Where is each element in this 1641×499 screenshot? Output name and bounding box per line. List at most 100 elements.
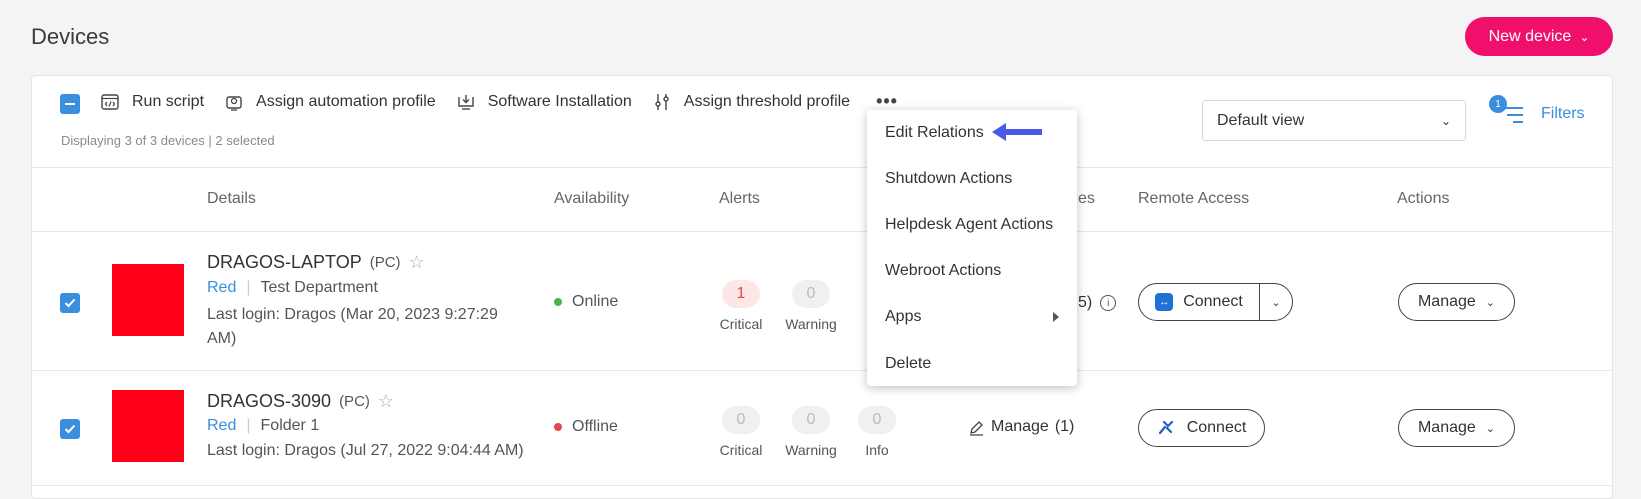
col-availability[interactable]: Availability xyxy=(554,190,629,208)
device-group[interactable]: Red xyxy=(207,279,236,297)
chevron-down-icon: ⌄ xyxy=(1485,296,1496,309)
col-actions: Actions xyxy=(1397,190,1450,207)
warning-count: 0 xyxy=(792,280,830,308)
connect-split-button: ↔ Connect ⌄ xyxy=(1138,283,1293,321)
filters-button[interactable]: 1 Filters xyxy=(1489,95,1585,125)
menu-item-apps[interactable]: Apps xyxy=(885,308,1065,326)
connect-button[interactable]: Connect xyxy=(1138,409,1265,447)
chevron-down-icon: ⌄ xyxy=(1579,29,1590,44)
device-thumbnail xyxy=(112,390,184,462)
view-select[interactable]: Default view ⌄ xyxy=(1202,100,1466,141)
sliders-icon xyxy=(655,93,669,110)
download-monitor-icon xyxy=(457,94,474,110)
star-icon[interactable]: ☆ xyxy=(409,252,425,273)
run-script-label: Run script xyxy=(132,92,205,110)
warning-label: Warning xyxy=(785,316,837,332)
device-name[interactable]: DRAGOS-3090 xyxy=(207,391,331,412)
chevron-down-icon: ⌄ xyxy=(1440,113,1451,128)
manage-button[interactable]: Manage ⌄ xyxy=(1398,283,1515,321)
teamviewer-icon: ↔ xyxy=(1155,293,1174,311)
connect-dropdown-arrow[interactable]: ⌄ xyxy=(1260,296,1292,309)
bulk-toolbar: Run script Assign automation profile Sof… xyxy=(32,76,1612,168)
info-label: Info xyxy=(865,442,889,458)
new-device-label: New device xyxy=(1488,27,1572,45)
menu-item-webroot-actions[interactable]: Webroot Actions xyxy=(885,262,1001,280)
displaying-count: Displaying 3 of 3 devices | 2 selected xyxy=(61,133,275,148)
info-icon[interactable]: i xyxy=(1100,295,1117,311)
menu-item-shutdown-actions[interactable]: Shutdown Actions xyxy=(885,170,1012,188)
device-folder: Folder 1 xyxy=(260,417,320,434)
alert-critical[interactable]: 0 Critical xyxy=(706,406,776,458)
device-last-login: Last login: Dragos (Mar 20, 2023 9:27:29… xyxy=(207,306,498,347)
device-group-line: Red | Folder 1 xyxy=(207,417,319,435)
device-group-line: Red | Test Department xyxy=(207,279,378,297)
table-header: Details Availability Alerts es Remote Ac… xyxy=(32,168,1612,232)
relations-manage-link[interactable]: Manage (1) xyxy=(968,418,1074,436)
device-type: (PC) xyxy=(369,254,401,271)
alert-info[interactable]: 0 Info xyxy=(842,406,912,458)
chevron-down-icon: ⌄ xyxy=(1485,422,1496,435)
select-all-checkbox[interactable] xyxy=(60,94,80,114)
page-title: Devices xyxy=(31,24,110,49)
star-icon[interactable]: ☆ xyxy=(378,391,394,412)
assign-automation-profile-button[interactable]: Assign automation profile xyxy=(224,92,436,112)
menu-item-helpdesk-agent-actions[interactable]: Helpdesk Agent Actions xyxy=(885,216,1053,234)
device-group[interactable]: Red xyxy=(207,417,236,435)
filter-count-badge: 1 xyxy=(1489,95,1507,113)
critical-label: Critical xyxy=(719,442,763,458)
connect-label: Connect xyxy=(1183,293,1243,310)
col-partial[interactable]: es xyxy=(1078,190,1095,208)
availability-status: Online xyxy=(554,293,618,311)
critical-count: 1 xyxy=(722,280,760,308)
filter-icon: 1 xyxy=(1489,95,1523,125)
menu-item-delete[interactable]: Delete xyxy=(885,355,931,373)
col-remote-access[interactable]: Remote Access xyxy=(1138,190,1249,208)
alert-critical[interactable]: 1 Critical xyxy=(706,280,776,332)
check-icon xyxy=(64,298,76,308)
connect-label: Connect xyxy=(1186,419,1247,436)
software-installation-label: Software Installation xyxy=(487,92,632,110)
more-actions-menu: Edit Relations Shutdown Actions Helpdesk… xyxy=(867,110,1077,386)
separator: | xyxy=(246,417,251,434)
alert-warning[interactable]: 0 Warning xyxy=(776,280,846,332)
status-dot xyxy=(554,298,562,306)
availability-label: Offline xyxy=(572,418,618,435)
script-icon xyxy=(101,93,119,110)
more-actions-button[interactable]: ••• xyxy=(876,91,898,112)
new-device-button[interactable]: New device ⌄ xyxy=(1465,17,1613,56)
separator: | xyxy=(246,279,251,296)
manage-link-label: Manage xyxy=(991,418,1049,435)
device-name[interactable]: DRAGOS-LAPTOP xyxy=(207,252,362,273)
info-count: 0 xyxy=(858,406,896,434)
table-row: DRAGOS-3090 (PC) ☆ Red | Folder 1 Last l… xyxy=(32,371,1612,486)
run-script-button[interactable]: Run script xyxy=(100,92,204,112)
device-type: (PC) xyxy=(339,393,370,410)
status-dot xyxy=(554,423,562,431)
software-installation-button[interactable]: Software Installation xyxy=(456,92,632,112)
menu-item-edit-relations[interactable]: Edit Relations xyxy=(885,124,984,142)
connect-button[interactable]: ↔ Connect xyxy=(1139,284,1260,320)
manage-button[interactable]: Manage ⌄ xyxy=(1398,409,1515,447)
availability-label: Online xyxy=(572,293,619,310)
automation-icon xyxy=(226,95,242,111)
view-select-value: Default view xyxy=(1217,111,1305,129)
filters-label: Filters xyxy=(1541,105,1585,122)
assign-threshold-profile-button[interactable]: Assign threshold profile xyxy=(652,92,850,112)
submenu-arrow-icon xyxy=(1053,312,1059,322)
partial-count: 5) i xyxy=(1078,294,1117,312)
warning-count: 0 xyxy=(792,406,830,434)
manage-label: Manage xyxy=(1417,419,1476,436)
pencil-icon xyxy=(970,420,983,436)
col-alerts[interactable]: Alerts xyxy=(719,190,760,208)
arrow-pointer-icon xyxy=(992,123,1042,141)
partial-count-text: 5) xyxy=(1078,294,1093,311)
availability-status: Offline xyxy=(554,418,618,436)
alert-warning[interactable]: 0 Warning xyxy=(776,406,846,458)
devices-card: Run script Assign automation profile Sof… xyxy=(31,75,1613,499)
col-details[interactable]: Details xyxy=(207,190,256,208)
assign-automation-label: Assign automation profile xyxy=(256,92,436,110)
critical-count: 0 xyxy=(722,406,760,434)
apps-label: Apps xyxy=(885,308,922,325)
row-checkbox[interactable] xyxy=(60,419,80,439)
row-checkbox[interactable] xyxy=(60,293,80,313)
